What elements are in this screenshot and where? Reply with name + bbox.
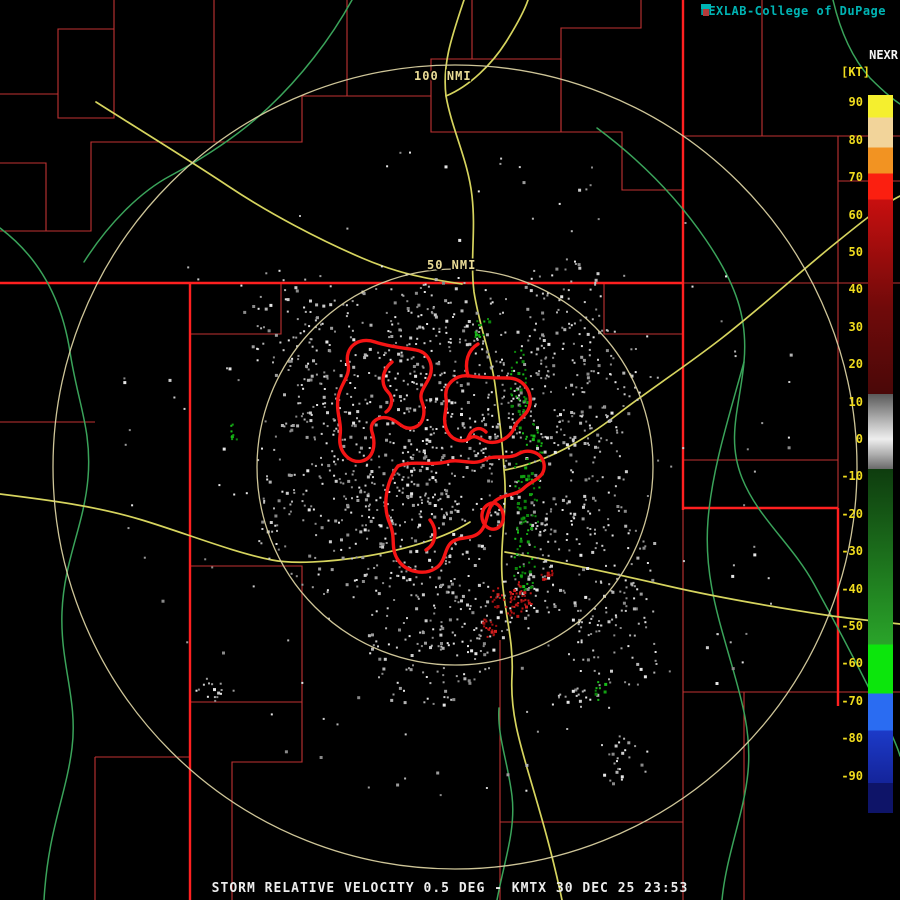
county-boundaries xyxy=(0,0,900,900)
range-ring-100nmi xyxy=(52,64,858,870)
colorbar-tick: -50 xyxy=(841,619,863,634)
colorbar-tick: -80 xyxy=(841,731,863,746)
state-boundaries xyxy=(0,0,840,900)
colorbar-tick: -10 xyxy=(841,469,863,484)
bottom-caption: STORM RELATIVE VELOCITY 0.5 DEG - KMTX 3… xyxy=(211,881,689,896)
range-rings xyxy=(52,64,858,870)
nexlab-logo-icon xyxy=(700,4,711,16)
colorbar-ticks: 90 80 70 60 50 40 30 20 10 0 -10 -20 -30 -40 -50 -60 -70… xyxy=(827,95,863,813)
colorbar-tick: 40 xyxy=(848,282,863,297)
colorbar-title: NEXR xyxy=(869,48,898,62)
highways-green xyxy=(0,0,900,900)
range-ring-50nmi xyxy=(256,268,654,666)
colorbar-tick: 80 xyxy=(848,132,863,147)
colorbar-gradient xyxy=(868,95,893,813)
colorbar-tick: -70 xyxy=(841,693,863,708)
colorbar-tick: 70 xyxy=(848,170,863,185)
radar-display: 100 NMI 50 NMI NEXLAB-College of DuPage … xyxy=(0,0,900,900)
radar-echoes xyxy=(123,151,793,797)
nexlab-header: NEXLAB-College of DuPage xyxy=(700,4,886,18)
colorbar-tick: -30 xyxy=(841,544,863,559)
colorbar-tick: 30 xyxy=(848,319,863,334)
highways-yellow xyxy=(0,0,900,900)
colorbar-tick: 90 xyxy=(848,95,863,110)
range-ring-label-100: 100 NMI xyxy=(414,69,472,83)
colorbar-tick: -90 xyxy=(841,768,863,783)
colorbar-units: [KT] xyxy=(841,65,870,79)
colorbar-tick: 10 xyxy=(848,394,863,409)
colorbar-tick: 50 xyxy=(848,245,863,260)
nexlab-title: NEXLAB-College of DuPage xyxy=(700,4,886,18)
colorbar-tick: 60 xyxy=(848,207,863,222)
colorbar-tick: 0 xyxy=(855,432,863,447)
range-ring-label-50: 50 NMI xyxy=(427,258,476,272)
radar-map: 100 NMI 50 NMI xyxy=(0,0,900,900)
colorbar-tick: -20 xyxy=(841,506,863,521)
colorbar-tick: 20 xyxy=(848,357,863,372)
colorbar-tick: -40 xyxy=(841,581,863,596)
colorbar-tick: -60 xyxy=(841,656,863,671)
